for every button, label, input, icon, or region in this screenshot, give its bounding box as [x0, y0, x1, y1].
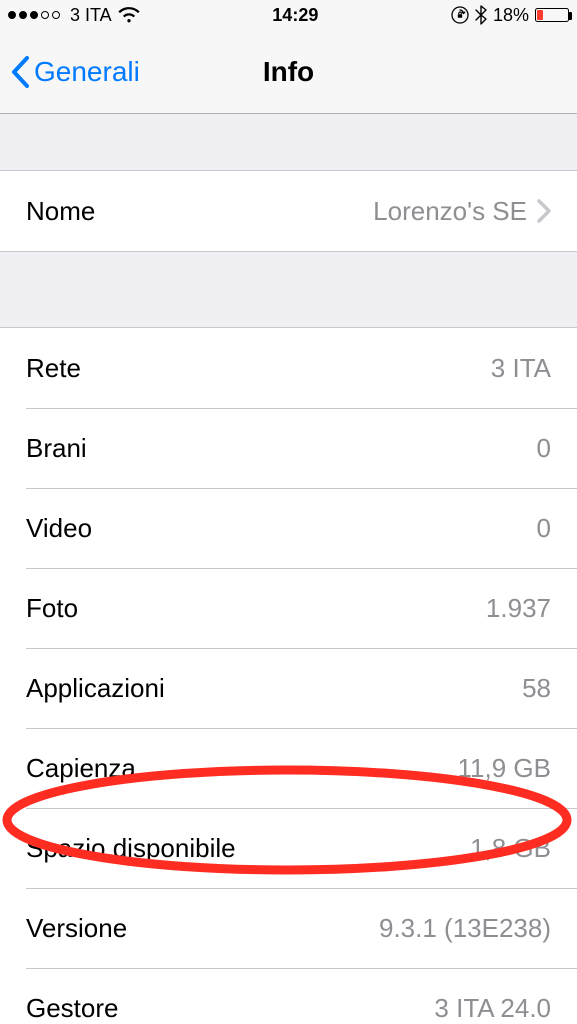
back-label: Generali — [34, 56, 140, 88]
row-label: Brani — [26, 433, 87, 464]
row-nome[interactable]: Nome Lorenzo's SE — [0, 171, 577, 251]
row-label: Spazio disponibile — [26, 833, 236, 864]
row-value: 58 — [522, 673, 551, 704]
chevron-right-icon — [537, 199, 551, 223]
row-value: 3 ITA — [491, 353, 551, 384]
orientation-lock-icon — [451, 6, 469, 24]
carrier-label: 3 ITA — [70, 5, 112, 26]
row-foto: Foto 1.937 — [0, 568, 577, 648]
status-bar: 3 ITA 14:29 18% — [0, 0, 577, 30]
row-value: 1,8 GB — [470, 833, 551, 864]
row-versione: Versione 9.3.1 (13E238) — [0, 888, 577, 968]
row-value: Lorenzo's SE — [373, 196, 527, 227]
wifi-icon — [118, 7, 140, 23]
back-button[interactable]: Generali — [10, 55, 140, 89]
row-label: Capienza — [26, 753, 136, 784]
status-left: 3 ITA — [8, 5, 140, 26]
battery-icon — [535, 8, 569, 22]
row-value: 1.937 — [486, 593, 551, 624]
row-label: Gestore — [26, 993, 119, 1024]
row-value: 3 ITA 24.0 — [434, 993, 551, 1024]
section-gap — [0, 252, 577, 327]
battery-percentage: 18% — [493, 5, 529, 26]
list-details-group: Rete 3 ITA Brani 0 Video 0 Foto 1.937 Ap… — [0, 327, 577, 1024]
row-label: Applicazioni — [26, 673, 165, 704]
status-right: 18% — [451, 5, 569, 26]
chevron-left-icon — [10, 55, 30, 89]
row-value: 9.3.1 (13E238) — [379, 913, 551, 944]
row-video: Video 0 — [0, 488, 577, 568]
row-label: Foto — [26, 593, 78, 624]
nav-header: Generali Info — [0, 30, 577, 114]
row-label: Nome — [26, 196, 95, 227]
row-value: 11,9 GB — [458, 753, 551, 784]
signal-strength-icon — [8, 11, 60, 19]
row-gestore: Gestore 3 ITA 24.0 — [0, 968, 577, 1024]
bluetooth-icon — [475, 5, 487, 25]
row-rete: Rete 3 ITA — [0, 328, 577, 408]
row-value: 0 — [537, 433, 551, 464]
row-label: Rete — [26, 353, 81, 384]
row-value: 0 — [537, 513, 551, 544]
section-gap — [0, 114, 577, 170]
row-label: Versione — [26, 913, 127, 944]
row-label: Video — [26, 513, 92, 544]
row-spazio-disponibile: Spazio disponibile 1,8 GB — [0, 808, 577, 888]
list-name-group: Nome Lorenzo's SE — [0, 170, 577, 252]
row-applicazioni: Applicazioni 58 — [0, 648, 577, 728]
row-capienza: Capienza 11,9 GB — [0, 728, 577, 808]
status-time: 14:29 — [272, 5, 318, 26]
page-title: Info — [263, 56, 314, 88]
row-brani: Brani 0 — [0, 408, 577, 488]
